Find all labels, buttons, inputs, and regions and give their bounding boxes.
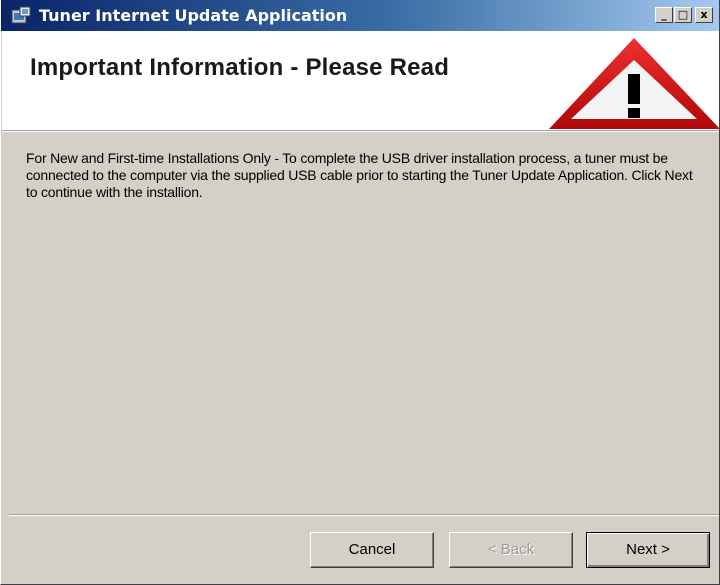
footer-divider xyxy=(9,514,719,516)
back-button[interactable]: < Back xyxy=(449,532,573,568)
header-divider xyxy=(2,130,719,132)
info-message: For New and First-time Installations Onl… xyxy=(26,150,693,200)
title-bar[interactable]: Tuner Internet Update Application _ □ x xyxy=(1,0,719,31)
page-title: Important Information - Please Read xyxy=(30,54,450,81)
app-icon xyxy=(11,6,31,24)
warning-triangle-icon xyxy=(549,38,720,129)
minimize-button[interactable]: _ xyxy=(655,7,673,23)
next-button[interactable]: Next > xyxy=(586,532,710,568)
installer-window: Tuner Internet Update Application _ □ x … xyxy=(0,0,720,585)
close-button[interactable]: x xyxy=(695,7,713,23)
maximize-button[interactable]: □ xyxy=(674,7,692,23)
header-banner: Important Information - Please Read xyxy=(2,31,720,130)
window-title: Tuner Internet Update Application xyxy=(39,6,348,25)
cancel-button[interactable]: Cancel xyxy=(310,532,434,568)
